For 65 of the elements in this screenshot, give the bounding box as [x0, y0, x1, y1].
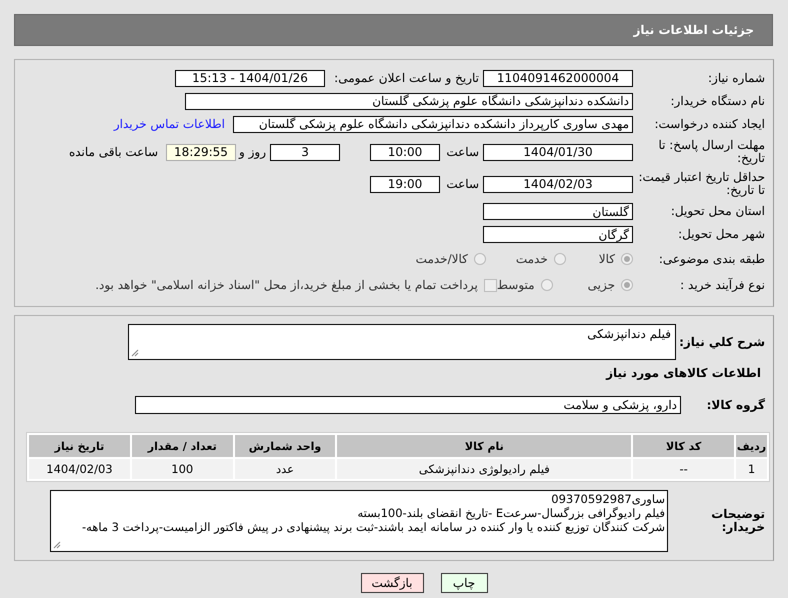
field-label: روز و: [240, 145, 266, 159]
notes-line: شرکت کنندگان توزیع کننده یا وار کننده در سامانه ایمد باشند-ثبت برند پیشنهادی در پیش فاکتور الزامیست-پرداخت 3 ماهه-: [80, 520, 665, 534]
table-cell: --: [633, 459, 734, 479]
option-label: متوسط: [496, 278, 535, 292]
table-cell: 100: [132, 459, 233, 479]
summary-text: فیلم دندانپزشکی: [587, 327, 671, 341]
field-label: ساعت: [445, 145, 479, 159]
column-header: ردیف: [736, 435, 767, 457]
checkbox[interactable]: [484, 278, 497, 292]
province-field: گلستان: [483, 203, 633, 220]
field-label: نام دستگاه خریدار:: [670, 94, 766, 108]
notes-line: فیلم رادیوگرافی بزرگسال-سرعتE -تاریخ انقضای بلند-100بسته: [356, 506, 665, 520]
field-label: شماره نیاز:: [707, 72, 766, 84]
radio-button[interactable]: [621, 279, 633, 291]
radio-button[interactable]: [540, 279, 553, 291]
column-header: کد کالا: [633, 435, 734, 457]
table-cell: 1: [736, 459, 767, 479]
section-heading: اطلاعات کالاهای مورد نیاز: [604, 366, 762, 380]
announce-date-field: 1404/01/26 - 15:13: [175, 70, 325, 86]
deadline-time-field: 10:00: [370, 144, 440, 160]
column-header: نام کالا: [337, 435, 632, 457]
field-label: ساعت باقی مانده: [68, 145, 158, 159]
remaining-time-field: 18:29:55: [166, 144, 236, 160]
field-label: حداقل تاریخ اعتبار قیمت: تا تاریخ:: [637, 171, 766, 197]
action-button[interactable]: چاپ: [440, 573, 488, 593]
radio-button[interactable]: [554, 253, 566, 265]
creator-field: مهدی ساوری کارپرداز دانشکده دندانپزشکی دانشگاه علوم پزشکی گلستان: [233, 116, 633, 132]
field-label: ساعت: [445, 177, 479, 191]
field-label: نوع فرآیند خرید :: [679, 278, 766, 292]
field-label: توضیحات خریدار:: [710, 508, 766, 534]
table-cell: فیلم رادیولوژی دندانپزشکی: [337, 459, 632, 479]
column-header: واحد شمارش: [234, 435, 336, 457]
radio-button[interactable]: [474, 253, 486, 265]
validity-time-field: 19:00: [370, 176, 440, 192]
radio-button[interactable]: [621, 253, 633, 265]
resize-grip-icon[interactable]: [53, 541, 61, 549]
option-label: پرداخت تمام یا بخشی از مبلغ خرید،از محل "اسناد خزانه اسلامی" خواهد بود.: [95, 278, 478, 292]
deadline-date-field: 1404/01/30: [483, 144, 633, 160]
column-header: تعداد / مقدار: [132, 435, 233, 457]
buyer-field: دانشکده دندانپزشکی دانشگاه علوم پزشکی گلستان: [185, 92, 633, 110]
column-header: تاریخ نیاز: [29, 435, 130, 457]
field-label: شرح کلي نياز:: [678, 336, 766, 348]
field-label: ایجاد کننده درخواست:: [653, 118, 766, 130]
days-field: 3: [270, 144, 340, 160]
field-label: تاریخ و ساعت اعلان عمومی:: [333, 71, 479, 85]
resize-grip-icon[interactable]: [131, 349, 139, 357]
goods-group-field: دارو، پزشکی و سلامت: [135, 396, 681, 414]
field-label: شهر محل تحویل:: [677, 228, 766, 241]
field-label: گروه کالا:: [706, 398, 766, 412]
notes-line: ساوری09370592987: [550, 492, 665, 506]
option-label: کالا: [598, 252, 615, 266]
option-label: جزیی: [588, 278, 615, 292]
action-button[interactable]: بازگشت: [360, 573, 424, 593]
contact-link[interactable]: اطلاعات تماس خریدار: [114, 117, 225, 131]
field-label: استان محل تحویل:: [670, 205, 766, 218]
city-field: گرگان: [483, 226, 633, 243]
validity-date-field: 1404/02/03: [483, 176, 633, 192]
field-label: طبقه بندی موضوعی:: [658, 252, 766, 266]
page-header: جزئیات اطلاعات نیاز: [14, 14, 773, 46]
option-label: کالا/خدمت: [416, 252, 468, 266]
table-cell: عدد: [234, 459, 336, 479]
table-cell: 1404/02/03: [29, 459, 130, 479]
need-number-field: 1104091462000004: [483, 70, 633, 86]
option-label: خدمت: [516, 252, 548, 266]
field-label: مهلت ارسال پاسخ: تا تاریخ:: [657, 139, 766, 165]
